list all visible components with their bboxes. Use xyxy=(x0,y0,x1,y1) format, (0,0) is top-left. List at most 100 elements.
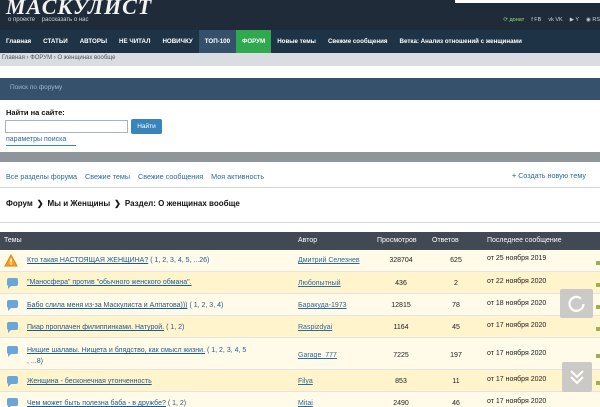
nav-item-authors[interactable]: АВТОРЫ xyxy=(74,30,113,53)
table-row: Пиар проплачен филиппинками. Натурой. ( … xyxy=(0,316,600,338)
filter-fresh-posts[interactable]: Свежие сообщения xyxy=(138,172,203,181)
search-input[interactable] xyxy=(5,120,128,133)
topic-replies: 2 xyxy=(454,280,458,287)
table-row: Нищие шалавы. Нищета и блядство, как смы… xyxy=(0,338,600,370)
nav-item-branch[interactable]: Ветка: Анализ отношений с женщинами xyxy=(394,30,528,53)
topics-table-header: Темы Автор Просмотров Ответов Последнее … xyxy=(0,232,600,250)
donate-link[interactable]: ⟳ донат xyxy=(503,17,524,23)
topic-pages[interactable]: ( 1, 2, 3, 4, 5, ...26) xyxy=(150,257,209,264)
forum-search-label[interactable]: Поиск по форуму xyxy=(10,84,62,91)
main-nav: Главная СТАТЬИ АВТОРЫ НЕ ЧИТАЛ НОВИЧКУ Т… xyxy=(0,30,600,53)
about-link[interactable]: о проекте xyxy=(8,17,35,23)
search-button[interactable]: Найти xyxy=(131,119,162,134)
table-row: Кто такая НАСТОЯЩАЯ ЖЕНЩИНА? ( 1, 2, 3, … xyxy=(0,250,600,272)
topic-author[interactable]: Баракуда-1973 xyxy=(298,302,347,309)
nav-item-newbie[interactable]: НОВИЧКУ xyxy=(156,30,198,53)
warning-icon xyxy=(4,254,18,267)
double-chevron-down-icon xyxy=(570,370,584,385)
table-row: Женщина - бесконечная утонченность Filya… xyxy=(0,370,600,392)
refresh-button[interactable] xyxy=(560,289,593,318)
new-indicator xyxy=(596,354,600,358)
divider xyxy=(0,187,600,188)
refresh-icon xyxy=(568,295,585,312)
topic-title[interactable]: Нищие шалавы. Нищета и блядство, как смы… xyxy=(27,347,205,354)
nav-item-new-topics[interactable]: Новые темы xyxy=(271,30,322,53)
topic-pages[interactable]: ( 1, 2, 3, 4) xyxy=(189,302,223,309)
forum-filters: Все разделы форума Свежие темы Свежие со… xyxy=(6,172,264,181)
social-links: ⟳ донат f FB vk VK ▶ Y ◉ RS xyxy=(503,17,600,23)
nav-item-home[interactable]: Главная xyxy=(0,30,37,53)
forum-path: Форум ❯ Мы и Женщины ❯ Раздел: О женщина… xyxy=(6,199,240,208)
topic-replies: 11 xyxy=(452,378,460,385)
topic-replies: 625 xyxy=(450,257,462,264)
filter-all-sections[interactable]: Все разделы форума xyxy=(6,172,77,181)
breadcrumb-home[interactable]: Главная xyxy=(2,55,25,61)
topic-last-post[interactable]: от 25 ноября 2019 xyxy=(487,255,546,262)
path-section[interactable]: Мы и Женщины xyxy=(47,199,110,208)
search-params-underline xyxy=(6,145,76,146)
chat-bubble-icon xyxy=(7,398,18,407)
nav-item-forum[interactable]: ФОРУМ xyxy=(236,30,272,53)
topic-author[interactable]: Raspizdyai xyxy=(298,324,332,331)
topic-pages-more[interactable]: , ...8) xyxy=(27,358,43,365)
topic-title[interactable]: Женщина - бесконечная утонченность xyxy=(27,378,152,385)
scroll-down-button[interactable] xyxy=(562,362,592,392)
topic-author[interactable]: Mitai xyxy=(298,400,313,407)
tell-link[interactable]: рассказать о нас xyxy=(42,17,89,23)
topic-replies: 78 xyxy=(452,302,460,309)
topic-views: 2490 xyxy=(393,400,409,407)
topic-last-post[interactable]: от 17 ноября 2020 xyxy=(487,398,546,405)
topic-last-post[interactable]: от 22 ноября 2020 xyxy=(487,278,546,285)
topic-title[interactable]: Бабо слила меня из-за Маскулиста и Алпат… xyxy=(27,302,188,309)
nav-item-unread[interactable]: НЕ ЧИТАЛ xyxy=(113,30,156,53)
topic-title[interactable]: Кто такая НАСТОЯЩАЯ ЖЕНЩИНА? xyxy=(27,257,148,264)
chat-bubble-icon xyxy=(7,322,18,333)
create-topic-label: Создать новую тему xyxy=(518,171,586,180)
topic-pages[interactable]: ( 1, 2) xyxy=(166,324,184,331)
breadcrumb-forum[interactable]: ФОРУМ xyxy=(30,55,52,61)
col-views: Просмотров xyxy=(377,237,417,244)
social-rss[interactable]: ◉ RS xyxy=(586,17,600,23)
new-indicator xyxy=(596,381,600,385)
topic-last-post[interactable]: от 17 ноября 2020 xyxy=(487,350,546,357)
path-forum[interactable]: Форум xyxy=(6,199,33,208)
create-topic-link[interactable]: + Создать новую тему xyxy=(512,171,586,180)
chat-bubble-icon xyxy=(7,346,18,357)
filter-my-activity[interactable]: Моя активность xyxy=(211,172,264,181)
topic-pages[interactable]: ( 1, 2, 3, 4, 5 xyxy=(207,347,246,354)
social-youtube[interactable]: ▶ Y xyxy=(570,17,579,23)
social-fb[interactable]: f FB xyxy=(531,17,541,23)
col-topics: Темы xyxy=(4,237,22,244)
topic-title[interactable]: Пиар проплачен филиппинками. Натурой. xyxy=(27,324,164,331)
topic-pages[interactable]: ( 1, 2) xyxy=(168,400,186,407)
new-indicator xyxy=(596,305,600,309)
new-indicator xyxy=(596,283,600,287)
filter-fresh-topics[interactable]: Свежие темы xyxy=(85,172,130,181)
nav-item-top100[interactable]: ТОП-100 xyxy=(198,30,237,53)
col-last-post: Последнее сообщение xyxy=(487,237,562,244)
search-params-link[interactable]: параметры поиска xyxy=(6,136,66,143)
header-links: о проекте рассказать о нас xyxy=(8,17,94,23)
topic-author[interactable]: Любопытный xyxy=(298,280,341,287)
topic-last-post[interactable]: от 17 ноября 2020 xyxy=(487,322,546,329)
plus-icon: + xyxy=(512,171,517,180)
topic-views: 853 xyxy=(395,378,407,385)
chat-bubble-icon xyxy=(7,278,18,289)
social-vk[interactable]: vk VK xyxy=(548,17,562,23)
topic-views: 436 xyxy=(395,280,407,287)
topic-last-post[interactable]: от 18 ноября 2020 xyxy=(487,300,546,307)
table-row: Бабо слила меня из-за Маскулиста и Алпат… xyxy=(0,294,600,316)
table-row: "Маносфера" против "обычного женского об… xyxy=(0,272,600,294)
nav-item-fresh-posts[interactable]: Свежие сообщения xyxy=(322,30,394,53)
topic-author[interactable]: Garage_777 xyxy=(298,352,337,359)
chevron-right-icon: ❯ xyxy=(114,199,121,208)
nav-item-articles[interactable]: СТАТЬИ xyxy=(37,30,74,53)
top-banner xyxy=(455,0,600,3)
section-divider xyxy=(0,152,600,162)
topic-last-post[interactable]: от 17 ноября 2020 xyxy=(487,376,546,383)
topic-title[interactable]: Чем может быть полезна баба - в дружбе? xyxy=(27,400,166,407)
topic-author[interactable]: Filya xyxy=(298,378,313,385)
topic-title[interactable]: "Маносфера" против "обычного женского об… xyxy=(27,279,192,286)
topic-views: 7225 xyxy=(393,352,409,359)
topic-author[interactable]: Дмитрий Селезнев xyxy=(298,257,360,264)
